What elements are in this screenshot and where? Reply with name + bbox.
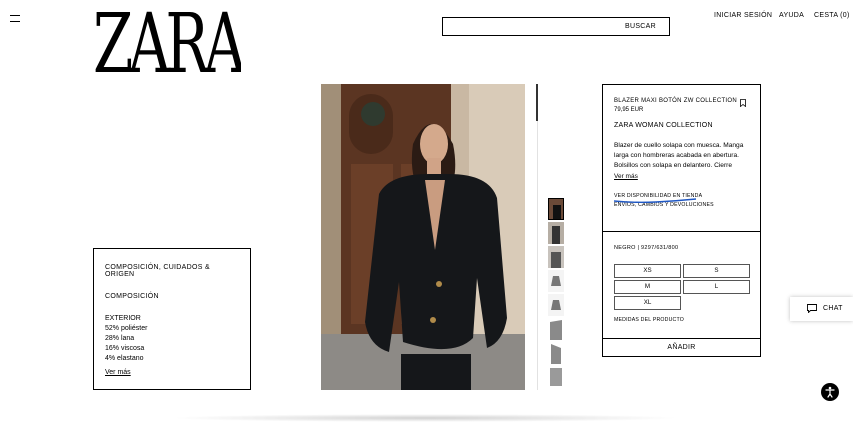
thumbnail[interactable]	[548, 318, 564, 340]
color-reference: NEGRO | 9297/631/800	[614, 245, 679, 251]
composition-more-link[interactable]: Ver más	[105, 369, 131, 376]
search-input[interactable]	[443, 21, 625, 38]
add-to-cart-button[interactable]: AÑADIR	[603, 339, 760, 356]
size-grid: XS S M L XL	[614, 264, 750, 310]
size-option-xs[interactable]: XS	[614, 264, 681, 278]
thumbnail[interactable]	[548, 294, 564, 316]
zara-logo-mark: ZARA	[93, 0, 254, 92]
gallery-scroll-thumb[interactable]	[536, 84, 538, 121]
cart-link[interactable]: CESTA (0)	[814, 12, 850, 19]
size-option-m[interactable]: M	[614, 280, 681, 294]
accessibility-button[interactable]	[821, 383, 839, 401]
menu-icon[interactable]	[10, 15, 20, 22]
collection-name: ZARA WOMAN COLLECTION	[614, 122, 713, 129]
product-photo[interactable]	[321, 84, 525, 390]
highlight-underline	[614, 198, 697, 204]
bookmark-icon[interactable]	[740, 99, 746, 107]
material-item: 52% poliéster	[105, 325, 148, 332]
thumbnail[interactable]	[548, 222, 564, 244]
product-price: 79,95 EUR	[614, 107, 644, 113]
thumbnail[interactable]	[548, 246, 564, 268]
material-item: 28% lana	[105, 335, 135, 342]
thumbnail[interactable]	[548, 198, 564, 220]
thumbnail-strip	[548, 198, 564, 390]
thumbnail[interactable]	[548, 342, 564, 364]
accessibility-icon	[825, 386, 835, 398]
store-availability-link[interactable]: VER DISPONIBILIDAD EN TIENDA	[614, 193, 749, 204]
product-description: Blazer de cuello solapa con muesca. Mang…	[614, 142, 744, 169]
material-item: 4% elastano	[105, 355, 144, 362]
product-details: BLAZER MAXI BOTÓN ZW COLLECTION 79,95 EU…	[603, 85, 760, 232]
thumbnail[interactable]	[548, 366, 564, 388]
search-button[interactable]: BUSCAR	[625, 23, 656, 30]
materials-list: EXTERIOR 52% poliéster 28% lana 16% visc…	[105, 314, 239, 364]
product-name: BLAZER MAXI BOTÓN ZW COLLECTION	[614, 98, 737, 104]
product-info-panel: BLAZER MAXI BOTÓN ZW COLLECTION 79,95 EU…	[602, 84, 761, 357]
login-link[interactable]: INICIAR SESIÓN	[714, 12, 772, 19]
gallery-scroll-track[interactable]	[537, 84, 538, 390]
svg-text:ZARA: ZARA	[93, 8, 241, 78]
search-bar: BUSCAR	[442, 17, 670, 38]
thumbnail[interactable]	[548, 270, 564, 292]
size-option-l[interactable]: L	[683, 280, 750, 294]
section-label: EXTERIOR	[105, 315, 141, 322]
size-option-xl[interactable]: XL	[614, 296, 681, 310]
zara-logo[interactable]: ZARA	[93, 0, 254, 92]
material-item: 16% viscosa	[105, 345, 145, 352]
help-link[interactable]: AYUDA	[779, 12, 804, 19]
size-selector: NEGRO | 9297/631/800 XS S M L XL MEDIDAS…	[603, 232, 760, 339]
composition-panel: COMPOSICIÓN, CUIDADOS & ORIGEN COMPOSICI…	[93, 248, 251, 390]
chat-label: CHAT	[823, 305, 843, 312]
composition-subtitle: COMPOSICIÓN	[105, 293, 159, 300]
product-measures-link[interactable]: MEDIDAS DEL PRODUCTO	[614, 317, 749, 323]
chat-icon	[807, 304, 817, 313]
chat-button[interactable]: CHAT	[790, 297, 853, 321]
composition-title: COMPOSICIÓN, CUIDADOS & ORIGEN	[105, 264, 210, 278]
description-more-link[interactable]: Ver más	[614, 173, 749, 180]
size-option-s[interactable]: S	[683, 264, 750, 278]
